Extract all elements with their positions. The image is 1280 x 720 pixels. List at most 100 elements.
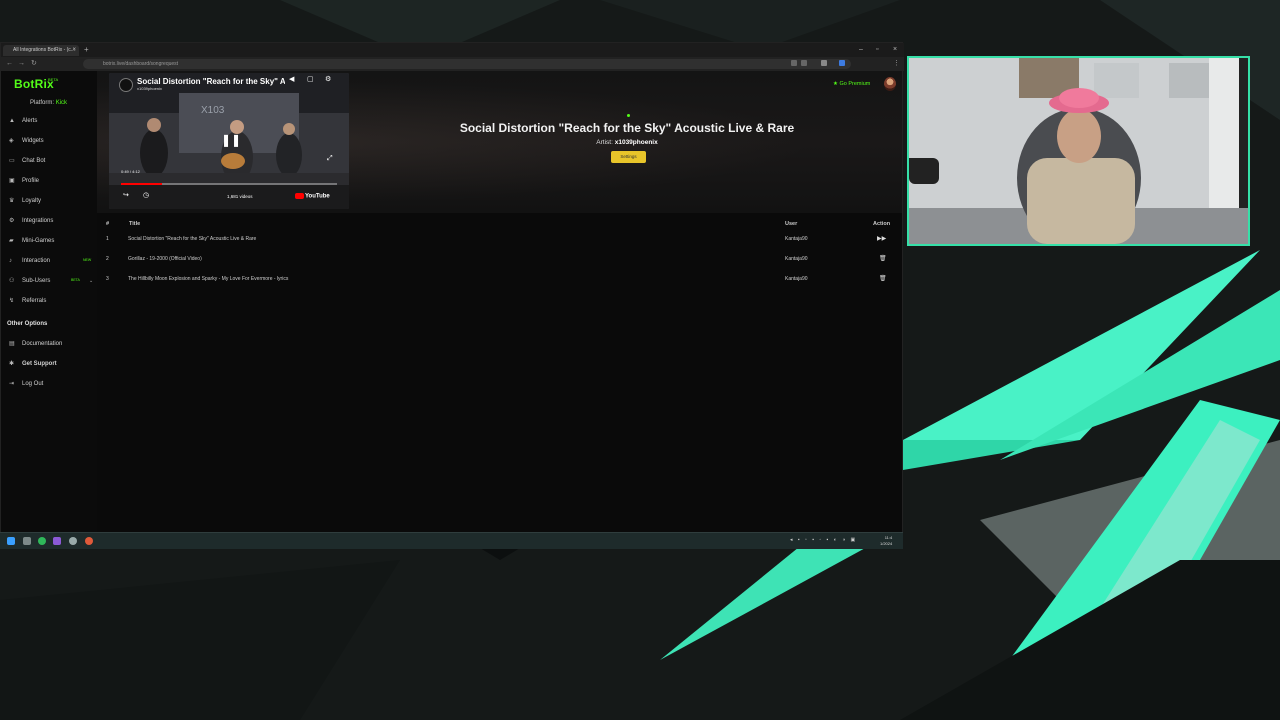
profile-icon: ▣ bbox=[9, 178, 15, 184]
go-premium-label: Go Premium bbox=[839, 81, 871, 87]
beta-badge: BETA bbox=[71, 278, 80, 282]
row-number: 3 bbox=[106, 276, 109, 282]
url-text: botrix.live/dashboard/songrequest bbox=[103, 61, 179, 67]
table-row: 1 Social Distortion "Reach for the Sky" … bbox=[97, 229, 902, 249]
platform-label: Platform: bbox=[30, 100, 55, 106]
reload-icon[interactable]: ↻ bbox=[31, 58, 37, 70]
watch-later-icon[interactable]: ◷ bbox=[143, 191, 149, 199]
new-tab-icon[interactable]: + bbox=[84, 43, 89, 57]
table-row: 3 The Hillbilly Moon Explosion and Spark… bbox=[97, 269, 902, 289]
user-avatar[interactable] bbox=[884, 77, 896, 91]
svg-text:X103: X103 bbox=[201, 105, 225, 116]
forward-icon[interactable]: → bbox=[18, 58, 25, 70]
close-window-icon[interactable]: × bbox=[893, 44, 897, 56]
volume-icon[interactable]: ◀ bbox=[289, 75, 294, 83]
search-icon[interactable] bbox=[23, 537, 31, 545]
row-number: 2 bbox=[106, 256, 109, 262]
row-user: Kantaja90 bbox=[785, 256, 808, 262]
beta-tag: BETA bbox=[48, 77, 59, 82]
video-title[interactable]: Social Distortion "Reach for the Sky" A bbox=[137, 77, 285, 86]
extension-icon[interactable] bbox=[791, 60, 797, 66]
app-icon[interactable] bbox=[53, 537, 61, 545]
row-title: Social Distortion "Reach for the Sky" Ac… bbox=[128, 236, 257, 242]
artist-value: x1039phoenix bbox=[614, 139, 658, 146]
sidebar-item-loyalty[interactable]: ♛ Loyalty bbox=[9, 195, 95, 207]
status-dot bbox=[627, 114, 630, 117]
youtube-icon bbox=[295, 193, 304, 199]
obs-icon[interactable] bbox=[69, 537, 77, 545]
row-user: Kantaja90 bbox=[785, 236, 808, 242]
artist-label: Artist: bbox=[596, 139, 613, 146]
clock[interactable]: 11:4 1/2024 bbox=[880, 535, 892, 547]
go-premium-link[interactable]: ★ Go Premium bbox=[833, 81, 870, 87]
sidebar-item-referrals[interactable]: ↯ Referrals bbox=[9, 295, 95, 307]
support-icon: ✱ bbox=[9, 361, 15, 367]
col-header-action: Action bbox=[873, 221, 891, 227]
sidebar-item-label: Profile bbox=[22, 178, 40, 184]
trash-icon[interactable]: 🗑 bbox=[879, 269, 887, 289]
sidebar-item-widgets[interactable]: ◈ Widgets bbox=[9, 135, 95, 147]
tab-close-icon[interactable]: × bbox=[72, 45, 76, 56]
col-header-number: # bbox=[106, 221, 110, 227]
fullscreen-icon[interactable]: ⤢ bbox=[327, 155, 333, 163]
extension-icon[interactable] bbox=[801, 60, 807, 66]
platform-value: Kick bbox=[55, 100, 68, 106]
row-number: 1 bbox=[106, 236, 109, 242]
plug-icon: ⚙ bbox=[9, 218, 15, 224]
start-icon[interactable] bbox=[7, 537, 15, 545]
main-content: X103 Social Distortion "Reach for the Sk… bbox=[97, 71, 902, 533]
col-header-user: User bbox=[785, 221, 798, 227]
browser-tab-bar: All Integrations BotRix - (c... × + – ▫ … bbox=[1, 43, 904, 57]
maximize-icon[interactable]: ▫ bbox=[876, 44, 878, 56]
webcam-overlay bbox=[907, 56, 1250, 246]
sidebar-item-documentation[interactable]: ▤ Documentation bbox=[9, 338, 95, 350]
captions-icon[interactable]: ▢ bbox=[307, 75, 314, 83]
table-row: 2 Gorillaz - 19-2000 (Official Video) Ka… bbox=[97, 249, 902, 269]
sidebar-item-integrations[interactable]: ⚙ Integrations bbox=[9, 215, 95, 227]
video-progress-bar[interactable] bbox=[121, 183, 337, 185]
browser-tab[interactable]: All Integrations BotRix - (c... × bbox=[3, 45, 79, 56]
settings-button[interactable]: Settings bbox=[611, 151, 646, 163]
sidebar-item-mini-games[interactable]: ▰ Mini-Games bbox=[9, 235, 95, 247]
address-bar[interactable]: botrix.live/dashboard/songrequest bbox=[83, 59, 851, 69]
channel-avatar[interactable] bbox=[119, 78, 133, 92]
botrix-app: BotRix BETA Platform: Kick ▲ Alerts ◈ Wi… bbox=[1, 71, 902, 533]
browser-icon[interactable] bbox=[85, 537, 93, 545]
back-icon[interactable]: ← bbox=[6, 58, 13, 70]
sidebar-item-label: Integrations bbox=[22, 218, 54, 224]
referral-icon: ↯ bbox=[9, 298, 15, 304]
sidebar-item-get-support[interactable]: ✱ Get Support bbox=[9, 358, 95, 370]
sidebar-item-label: Interaction bbox=[22, 258, 51, 264]
sidebar-item-label: Documentation bbox=[22, 341, 63, 347]
browser-window: All Integrations BotRix - (c... × + – ▫ … bbox=[0, 42, 904, 533]
platform-indicator[interactable]: Platform: Kick bbox=[30, 100, 67, 106]
menu-icon[interactable]: ⋮ bbox=[893, 58, 900, 70]
sidebar-item-alerts[interactable]: ▲ Alerts bbox=[9, 115, 95, 127]
sidebar-item-chat-bot[interactable]: ▭ Chat Bot bbox=[9, 155, 95, 167]
trash-icon[interactable]: 🗑 bbox=[879, 249, 887, 269]
widget-icon: ◈ bbox=[9, 138, 14, 144]
whatsapp-icon[interactable] bbox=[38, 537, 46, 545]
system-tray[interactable]: ◂ ▪ ▫ ▪ ◦ ▪ ◐ ◑ ▣ bbox=[790, 537, 857, 543]
sidebar-item-interaction[interactable]: ♪ Interaction NEW bbox=[9, 255, 95, 267]
minimize-icon[interactable]: – bbox=[859, 44, 863, 56]
youtube-logo[interactable]: YouTube bbox=[295, 193, 330, 200]
sidebar-item-label: Sub-Users bbox=[22, 278, 51, 284]
pause-icon[interactable]: ❚❚ bbox=[221, 133, 241, 147]
share-icon[interactable]: ↪ bbox=[123, 191, 129, 199]
now-playing-banner: X103 Social Distortion "Reach for the Sk… bbox=[97, 71, 902, 213]
sidebar-item-profile[interactable]: ▣ Profile bbox=[9, 175, 95, 187]
browser-toolbar: ← → ↻ botrix.live/dashboard/songrequest … bbox=[1, 57, 904, 71]
now-playing-artist: Artist: x1039phoenix bbox=[357, 139, 897, 146]
settings-gear-icon[interactable]: ⚙ bbox=[325, 75, 331, 83]
sidebar-item-log-out[interactable]: ⇥ Log Out bbox=[9, 378, 95, 390]
play-next-icon[interactable]: ▶▶ bbox=[877, 229, 886, 249]
youtube-player[interactable]: X103 Social Distortion "Reach for the Sk… bbox=[109, 73, 349, 209]
video-time: 0:49 / 4:12 bbox=[121, 169, 140, 174]
gamepad-icon: ▰ bbox=[9, 238, 14, 244]
sidebar-item-sub-users[interactable]: ⚇ Sub-Users BETA ⌄ bbox=[9, 275, 95, 287]
video-views: 1,681 videos bbox=[227, 194, 253, 199]
profile-icon[interactable] bbox=[839, 60, 845, 66]
extension-icon[interactable] bbox=[821, 60, 827, 66]
chat-icon: ▭ bbox=[9, 158, 15, 164]
